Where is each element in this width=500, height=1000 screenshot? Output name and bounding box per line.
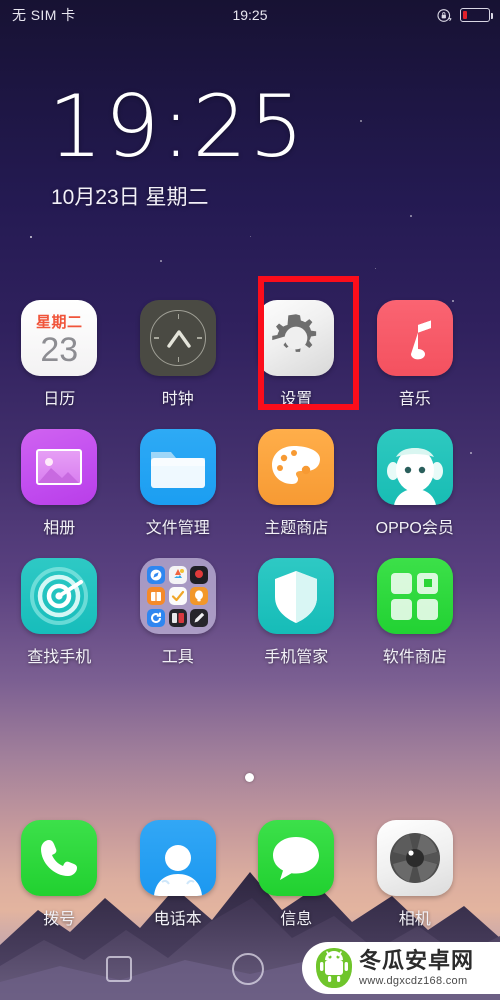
app-tools-folder[interactable]: 工具 bbox=[120, 558, 237, 667]
app-phone-manager[interactable]: 手机管家 bbox=[238, 558, 355, 667]
tools-folder-icon[interactable] bbox=[139, 558, 216, 634]
battery-low-icon bbox=[460, 8, 493, 22]
find-phone-radar-icon[interactable] bbox=[21, 558, 98, 634]
phone-home-screen: 无 SIM 卡 19:25 19:25 10月23日 星期二 星期二 23 日历… bbox=[0, 0, 500, 1000]
app-app-store[interactable]: 软件商店 bbox=[357, 558, 474, 667]
app-camera[interactable]: 相机 bbox=[357, 820, 474, 929]
watermark-title: 冬瓜安卓网 bbox=[359, 947, 475, 973]
app-label: 工具 bbox=[161, 649, 194, 666]
app-music[interactable]: 音乐 bbox=[357, 300, 474, 409]
store-tile bbox=[391, 572, 413, 594]
app-label: 软件商店 bbox=[382, 649, 447, 666]
calendar-icon[interactable]: 星期二 23 bbox=[21, 300, 98, 376]
status-bar: 无 SIM 卡 19:25 bbox=[0, 0, 500, 30]
app-messages[interactable]: 信息 bbox=[238, 820, 355, 929]
app-label: 主题商店 bbox=[264, 520, 329, 537]
clock-widget-date: 10月23日 星期二 bbox=[51, 185, 209, 209]
settings-gear-icon[interactable] bbox=[258, 300, 335, 376]
page-indicator-dot bbox=[245, 773, 254, 782]
app-photos[interactable]: 相册 bbox=[1, 429, 118, 538]
app-label: 文件管理 bbox=[145, 520, 210, 537]
clock-widget-time: 19:25 bbox=[48, 77, 306, 177]
app-theme-store[interactable]: 主题商店 bbox=[238, 429, 355, 538]
calendar-day: 23 bbox=[40, 331, 79, 369]
app-contacts[interactable]: 电话本 bbox=[120, 820, 237, 929]
app-dialer[interactable]: 拨号 bbox=[1, 820, 118, 929]
app-oppo-member[interactable]: OPPO会员 bbox=[357, 429, 474, 538]
folder-mini-icon bbox=[168, 608, 187, 627]
status-bar-clock: 19:25 bbox=[232, 7, 268, 23]
clock-icon[interactable] bbox=[139, 300, 216, 376]
folder-mini-icon bbox=[147, 565, 166, 584]
phone-manager-shield-icon[interactable] bbox=[258, 558, 335, 634]
rotation-lock-icon bbox=[437, 8, 452, 22]
app-find-phone[interactable]: 查找手机 bbox=[1, 558, 118, 667]
watermark: 冬瓜安卓网 www.dgxcdz168.com bbox=[302, 942, 500, 994]
app-label: 音乐 bbox=[398, 391, 431, 408]
app-label: 电话本 bbox=[153, 911, 202, 928]
app-label: 信息 bbox=[280, 911, 313, 928]
app-label: 时钟 bbox=[161, 391, 194, 408]
store-tile bbox=[417, 598, 439, 620]
folder-mini-icon bbox=[147, 587, 166, 605]
app-row: 查找手机 工具 手机管家 软件商店 bbox=[0, 558, 500, 667]
dock-row: 拨号 电话本 信息 相机 bbox=[0, 820, 500, 929]
store-tile bbox=[391, 598, 413, 620]
folder-mini-icon bbox=[190, 608, 209, 627]
app-settings[interactable]: 设置 bbox=[238, 300, 355, 409]
app-store-grid-icon[interactable] bbox=[376, 558, 453, 634]
message-bubble-icon[interactable] bbox=[258, 820, 335, 896]
folder-mini-icon bbox=[190, 587, 209, 605]
app-label: 日历 bbox=[43, 391, 76, 408]
app-clock[interactable]: 时钟 bbox=[120, 300, 237, 409]
contacts-person-icon[interactable] bbox=[139, 820, 216, 896]
folder-mini-icon bbox=[168, 565, 187, 584]
app-file-manager[interactable]: 文件管理 bbox=[120, 429, 237, 538]
folder-mini-icon bbox=[190, 565, 209, 584]
app-label: OPPO会员 bbox=[375, 520, 454, 537]
app-calendar[interactable]: 星期二 23 日历 bbox=[1, 300, 118, 409]
app-label: 手机管家 bbox=[264, 649, 329, 666]
app-label: 拨号 bbox=[43, 911, 76, 928]
folder-mini-icon bbox=[147, 608, 166, 627]
recents-square-icon[interactable] bbox=[106, 956, 132, 982]
winter-melon-android-logo bbox=[316, 948, 352, 988]
app-label: 查找手机 bbox=[27, 649, 92, 666]
clock-widget[interactable]: 19:25 10月23日 星期二 bbox=[48, 77, 306, 211]
store-tile bbox=[417, 572, 439, 594]
app-row: 相册 文件管理 主题商店 OPPO会员 bbox=[0, 429, 500, 538]
folder-mini-icon bbox=[168, 587, 187, 605]
calendar-weekday: 星期二 bbox=[35, 314, 83, 331]
file-folder-icon[interactable] bbox=[139, 429, 216, 505]
watermark-url: www.dgxcdz168.com bbox=[359, 974, 468, 987]
photos-icon[interactable] bbox=[21, 429, 98, 505]
status-bar-indicators bbox=[436, 7, 493, 24]
app-label: 相册 bbox=[43, 520, 76, 537]
app-row: 星期二 23 日历 时钟 设置 音乐 bbox=[0, 300, 500, 409]
theme-palette-icon[interactable] bbox=[258, 429, 335, 505]
dock: 拨号 电话本 信息 相机 bbox=[0, 820, 500, 929]
phone-handset-icon[interactable] bbox=[21, 820, 98, 896]
home-circle-icon[interactable] bbox=[232, 953, 264, 985]
app-label: 相机 bbox=[398, 911, 431, 928]
oppo-member-icon[interactable] bbox=[376, 429, 453, 505]
camera-aperture-icon[interactable] bbox=[376, 820, 453, 896]
app-grid: 星期二 23 日历 时钟 设置 音乐 相册 文件管理 主题商店 OPPO会员 查… bbox=[0, 300, 500, 667]
music-note-icon[interactable] bbox=[376, 300, 453, 376]
app-label: 设置 bbox=[280, 391, 313, 408]
